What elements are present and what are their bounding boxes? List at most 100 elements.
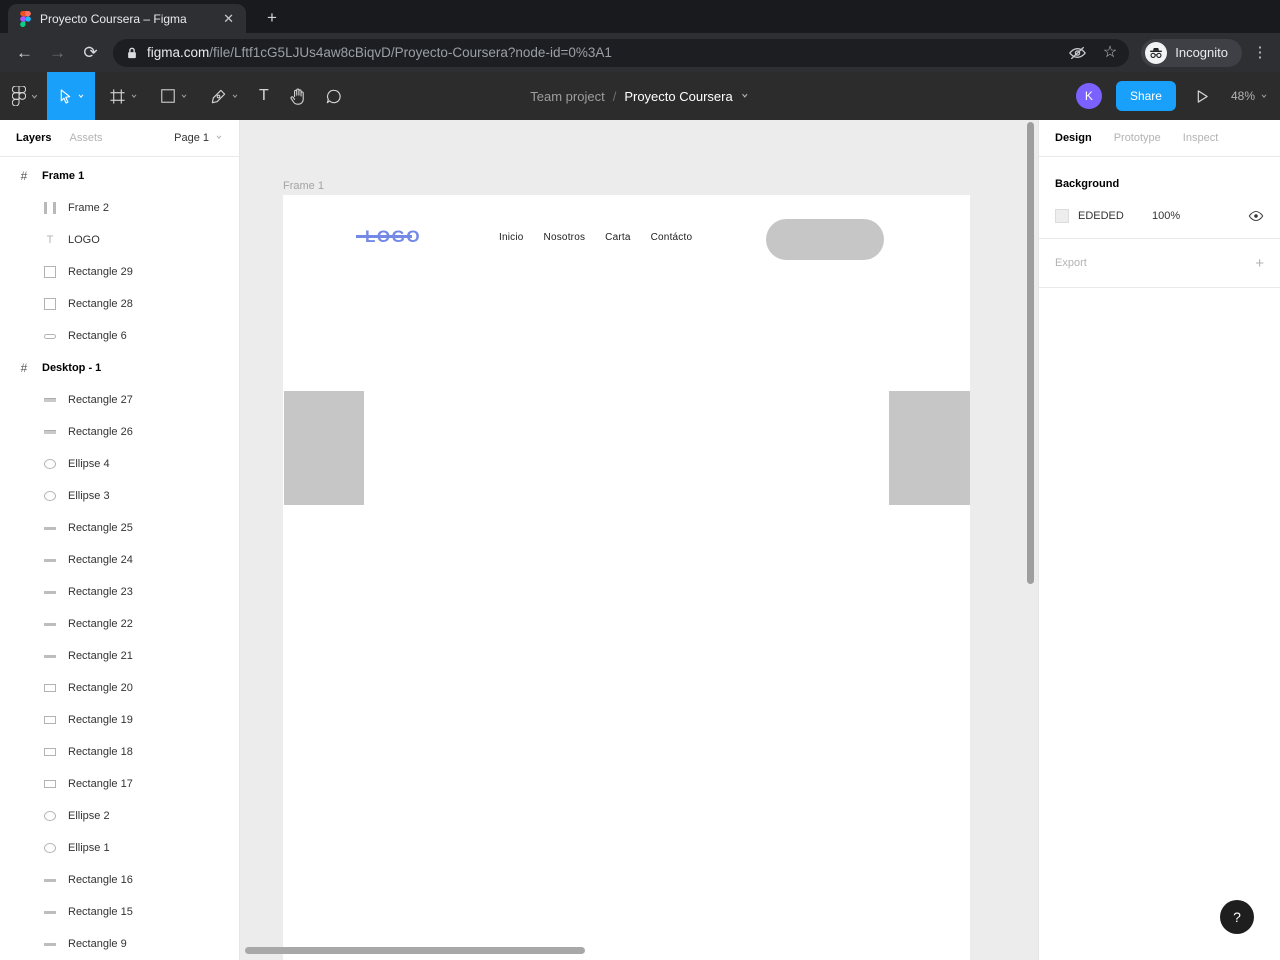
page-selector-label: Page 1	[174, 132, 209, 144]
layer-row[interactable]: Rectangle 9	[0, 928, 239, 960]
layer-row[interactable]: Rectangle 20	[0, 672, 239, 704]
layer-row[interactable]: LOGO	[0, 224, 239, 256]
layer-row[interactable]: Rectangle 16	[0, 864, 239, 896]
inspector-tabs: Design Prototype Inspect	[1039, 120, 1280, 157]
design-image-placeholder-right[interactable]	[889, 391, 970, 505]
shape-tool-button[interactable]	[152, 72, 196, 120]
share-button[interactable]: Share	[1115, 81, 1176, 111]
pen-tool-button[interactable]	[202, 72, 247, 120]
tab-close-icon[interactable]: ✕	[219, 10, 238, 27]
frame-label[interactable]: Frame 1	[283, 180, 324, 192]
avatar[interactable]: K	[1075, 83, 1102, 109]
layer-row[interactable]: Rectangle 27	[0, 384, 239, 416]
figma-menu-icon	[12, 86, 26, 106]
export-section-title: Export	[1055, 257, 1087, 269]
reload-button[interactable]: ⟳	[74, 39, 107, 67]
layer-row[interactable]: Rectangle 17	[0, 768, 239, 800]
zoom-level-control[interactable]: 48%	[1231, 89, 1268, 103]
present-play-icon[interactable]	[1196, 89, 1209, 104]
design-image-placeholder-left[interactable]	[284, 391, 364, 505]
browser-tab-bar: Proyecto Coursera – Figma ✕ +	[0, 0, 1280, 33]
chevron-down-icon[interactable]	[180, 92, 188, 100]
layer-row[interactable]: Frame 2	[0, 192, 239, 224]
bar-thick-icon	[44, 430, 56, 434]
background-opacity-value[interactable]: 100%	[1152, 210, 1248, 222]
layer-row[interactable]: Ellipse 2	[0, 800, 239, 832]
layer-row[interactable]: Rectangle 21	[0, 640, 239, 672]
layer-row[interactable]: Ellipse 1	[0, 832, 239, 864]
breadcrumb-separator: /	[612, 88, 617, 104]
tab-design[interactable]: Design	[1055, 132, 1092, 144]
design-nav-item[interactable]: Inicio	[499, 232, 524, 243]
layer-row[interactable]: Rectangle 26	[0, 416, 239, 448]
design-logo-text[interactable]: LOGO	[355, 227, 421, 247]
design-nav-item[interactable]: Nosotros	[544, 232, 586, 243]
layer-row[interactable]: Rectangle 6	[0, 320, 239, 352]
new-tab-button[interactable]: +	[260, 6, 284, 30]
comment-tool-button[interactable]	[317, 72, 350, 120]
horizontal-scrollbar[interactable]	[245, 947, 585, 954]
canvas[interactable]: Frame 1 LOGO Inicio Nosotros Carta Contácto	[240, 120, 1038, 960]
rect-wide-icon	[44, 684, 56, 692]
layer-row[interactable]: Rectangle 18	[0, 736, 239, 768]
layer-row[interactable]: Rectangle 22	[0, 608, 239, 640]
layer-row[interactable]: Ellipse 4	[0, 448, 239, 480]
layer-row[interactable]: Rectangle 28	[0, 288, 239, 320]
rect-wide-icon	[44, 748, 56, 756]
figma-favicon-icon	[20, 10, 31, 27]
address-bar[interactable]: figma.com /file/Lftf1cG5LJUs4aw8cBiqvD/P…	[113, 38, 1130, 67]
breadcrumb-file-name[interactable]: Proyecto Coursera	[624, 89, 732, 104]
chevron-down-icon[interactable]	[77, 92, 85, 100]
design-nav-item[interactable]: Contácto	[651, 232, 693, 243]
move-tool-button[interactable]	[47, 72, 95, 120]
tab-assets[interactable]: Assets	[69, 132, 102, 144]
design-nav-item[interactable]: Carta	[605, 232, 630, 243]
layer-row[interactable]: Rectangle 23	[0, 576, 239, 608]
hand-tool-button[interactable]	[281, 72, 315, 120]
main-menu-button[interactable]	[0, 72, 47, 120]
layer-row[interactable]: Rectangle 29	[0, 256, 239, 288]
bar-thin-icon	[44, 910, 56, 914]
help-button[interactable]: ?	[1220, 900, 1254, 934]
text-tool-button[interactable]: T	[251, 72, 277, 120]
chevron-down-icon[interactable]	[130, 92, 138, 100]
chevron-down-icon[interactable]	[741, 87, 750, 105]
breadcrumb-project[interactable]: Team project	[530, 89, 604, 104]
vertical-scrollbar[interactable]	[1027, 122, 1034, 584]
pen-icon	[210, 88, 227, 105]
bar-thin-icon	[44, 590, 56, 594]
background-section: Background EDEDED 100%	[1039, 157, 1280, 239]
layer-row[interactable]: Rectangle 25	[0, 512, 239, 544]
ellipse-icon	[44, 491, 56, 501]
layer-row[interactable]: Frame 1	[0, 160, 239, 192]
visibility-eye-icon[interactable]	[1248, 210, 1264, 222]
design-button-placeholder[interactable]	[766, 219, 884, 260]
tab-prototype[interactable]: Prototype	[1114, 132, 1161, 144]
breadcrumb: Team project / Proyecto Coursera	[530, 72, 749, 120]
tab-layers[interactable]: Layers	[16, 132, 51, 144]
tab-inspect[interactable]: Inspect	[1183, 132, 1218, 144]
frame-tool-button[interactable]	[101, 72, 146, 120]
browser-tab[interactable]: Proyecto Coursera – Figma ✕	[8, 4, 246, 33]
layer-row[interactable]: Desktop - 1	[0, 352, 239, 384]
ellipse-icon	[44, 843, 56, 853]
chevron-down-icon	[215, 132, 223, 144]
back-button[interactable]: ←	[8, 39, 41, 67]
bar-thin-icon	[44, 622, 56, 626]
chevron-down-icon[interactable]	[231, 92, 239, 100]
design-frame[interactable]: LOGO Inicio Nosotros Carta Contácto	[283, 195, 970, 960]
layer-row[interactable]: Rectangle 19	[0, 704, 239, 736]
bookmark-star-icon[interactable]: ☆	[1103, 44, 1117, 61]
background-hex-value[interactable]: EDEDED	[1078, 210, 1140, 222]
layer-row[interactable]: Ellipse 3	[0, 480, 239, 512]
frame-icon	[18, 169, 30, 183]
figma-toolbar: T Team project / Proyecto Coursera K Sha…	[0, 72, 1280, 120]
browser-menu-button[interactable]: ⋮	[1248, 45, 1272, 60]
page-selector[interactable]: Page 1	[174, 132, 223, 144]
preview-eye-off-icon[interactable]	[1068, 45, 1087, 61]
layer-row[interactable]: Rectangle 15	[0, 896, 239, 928]
bar-thin-icon	[44, 558, 56, 562]
color-swatch[interactable]	[1055, 209, 1069, 223]
layer-row[interactable]: Rectangle 24	[0, 544, 239, 576]
add-export-button[interactable]: +	[1255, 255, 1264, 272]
